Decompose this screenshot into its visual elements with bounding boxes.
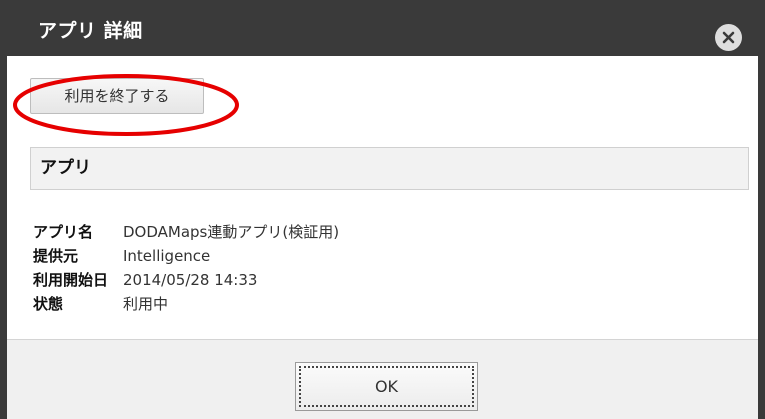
detail-label: アプリ名 <box>33 223 94 241</box>
detail-label: 利用開始日 <box>33 271 109 289</box>
close-button[interactable] <box>715 24 742 51</box>
dialog-title: アプリ 詳細 <box>38 20 143 42</box>
detail-value: DODAMaps連動アプリ(検証用) <box>123 223 340 241</box>
detail-row-provider: 提供元 Intelligence <box>33 244 339 268</box>
detail-row-start-date: 利用開始日 2014/05/28 14:33 <box>33 268 339 292</box>
end-use-button[interactable]: 利用を終了する <box>30 78 204 114</box>
detail-list: アプリ名 DODAMaps連動アプリ(検証用) 提供元 Intelligence 利… <box>33 220 339 316</box>
detail-value: 2014/05/28 14:33 <box>123 271 258 289</box>
detail-label: 状態 <box>33 295 64 313</box>
dialog-body: 利用を終了する アプリ アプリ名 DODAMaps連動アプリ(検証用) 提供元 In… <box>7 56 758 339</box>
close-icon <box>722 31 735 44</box>
detail-value: Intelligence <box>123 247 211 265</box>
detail-row-status: 状態 利用中 <box>33 292 339 316</box>
detail-value: 利用中 <box>123 295 169 313</box>
app-detail-dialog: アプリ 詳細 利用を終了する アプリ アプリ名 DODAMaps連動アプリ(検証用… <box>0 0 765 419</box>
ok-button[interactable]: OK <box>295 362 478 411</box>
section-header-app: アプリ <box>30 147 749 190</box>
dialog-titlebar: アプリ 詳細 <box>0 0 765 56</box>
detail-row-app-name: アプリ名 DODAMaps連動アプリ(検証用) <box>33 220 339 244</box>
dialog-footer: OK <box>7 339 758 419</box>
detail-label: 提供元 <box>33 247 79 265</box>
